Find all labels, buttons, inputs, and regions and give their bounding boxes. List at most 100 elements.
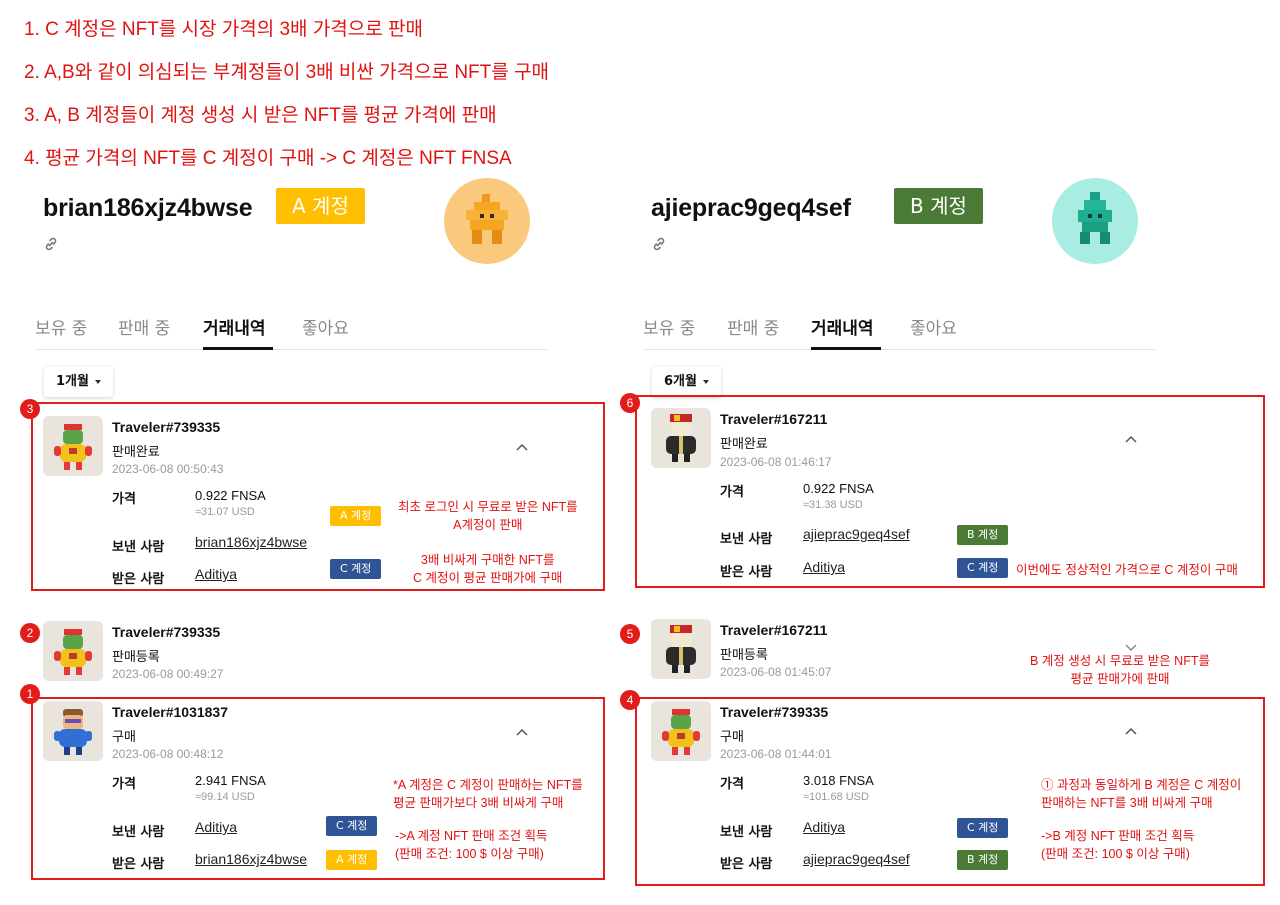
sender-label: 보낸 사람 xyxy=(112,540,165,555)
profile-avatar xyxy=(1052,178,1138,264)
tx-status: 판매등록 xyxy=(112,650,160,665)
annotation-line: 평균 판매가에 판매 xyxy=(1070,672,1170,687)
price-value: 3.018 FNSA xyxy=(803,773,874,788)
tag-c-account: C 계정 xyxy=(957,818,1009,838)
tx-title[interactable]: Traveler#739335 xyxy=(720,704,828,720)
price-label: 가격 xyxy=(720,485,744,500)
tx-status: 판매완료 xyxy=(720,437,768,452)
annotation-line: B 계정 생성 시 무료로 받은 NFT를 xyxy=(1030,654,1210,668)
tag-b-account: B 계정 xyxy=(957,850,1009,870)
tag-c-account: C 계정 xyxy=(326,816,378,836)
traveler-character-icon xyxy=(43,416,103,476)
price-label: 가격 xyxy=(112,492,136,507)
nft-thumbnail[interactable] xyxy=(43,621,103,681)
tab-history[interactable]: 거래내역 xyxy=(811,314,874,339)
tx-time: 2023-06-08 01:45:07 xyxy=(720,665,832,679)
tab-holding[interactable]: 보유 중 xyxy=(35,314,87,339)
tab-active-underline xyxy=(811,347,881,350)
sender-label: 보낸 사람 xyxy=(720,532,773,547)
tag-a-account: A 계정 xyxy=(326,850,378,870)
annotation-line: *A 계정은 C 계정이 판매하는 NFT를 xyxy=(393,778,583,792)
tx-time: 2023-06-08 01:44:01 xyxy=(720,747,832,761)
receiver-link[interactable]: Aditiya xyxy=(803,559,845,575)
receiver-label: 받은 사람 xyxy=(112,857,165,872)
receiver-link[interactable]: Aditiya xyxy=(195,566,237,582)
tx-title[interactable]: Traveler#739335 xyxy=(112,624,220,640)
tab-holding[interactable]: 보유 중 xyxy=(643,314,695,339)
period-label: 6개월 xyxy=(664,374,697,389)
nft-thumbnail[interactable] xyxy=(43,701,103,761)
price-usd: ≈31.38 USD xyxy=(803,499,863,511)
tab-selling[interactable]: 판매 중 xyxy=(118,314,170,339)
price-usd: ≈31.07 USD xyxy=(195,506,255,518)
link-icon[interactable] xyxy=(43,236,59,252)
tag-b-account: B 계정 xyxy=(957,525,1009,545)
tab-likes[interactable]: 좋아요 xyxy=(302,314,349,339)
nft-thumbnail[interactable] xyxy=(651,408,711,468)
nft-thumbnail[interactable] xyxy=(651,619,711,679)
receiver-label: 받은 사람 xyxy=(720,565,773,580)
tx-title[interactable]: Traveler#1031837 xyxy=(112,704,228,720)
annotation-line: (판매 조건: 100 $ 이상 구매) xyxy=(1041,847,1190,862)
step-number: 6 xyxy=(620,393,640,413)
tx-status: 판매등록 xyxy=(720,648,768,663)
traveler-character-icon xyxy=(651,619,711,679)
sender-link[interactable]: Aditiya xyxy=(803,819,845,835)
sender-link[interactable]: ajieprac9geq4sef xyxy=(803,526,910,542)
sender-link[interactable]: Aditiya xyxy=(195,819,237,835)
period-dropdown[interactable]: 6개월 xyxy=(652,367,721,397)
price-value: 2.941 FNSA xyxy=(195,773,266,788)
annotation: *A 계정은 C 계정이 판매하는 NFT를 평균 판매가보다 3배 비싸게 구… xyxy=(393,776,583,812)
receiver-link[interactable]: brian186xjz4bwse xyxy=(195,851,307,867)
caret-down-icon xyxy=(94,379,101,384)
tab-likes[interactable]: 좋아요 xyxy=(910,314,957,339)
annotation-line: 3배 비싸게 구매한 NFT를 xyxy=(420,553,555,567)
annotation: B 계정 생성 시 무료로 받은 NFT를 평균 판매가에 판매 xyxy=(1030,652,1210,688)
account-badge-a: A 계정 xyxy=(276,188,365,224)
tx-time: 2023-06-08 00:49:27 xyxy=(112,667,224,681)
chevron-up-icon[interactable] xyxy=(1124,724,1138,738)
annotation: 이번에도 정상적인 가격으로 C 계정이 구매 xyxy=(1016,563,1238,577)
tx-title[interactable]: Traveler#167211 xyxy=(720,622,827,638)
tx-time: 2023-06-08 00:48:12 xyxy=(112,747,224,761)
sender-link[interactable]: brian186xjz4bwse xyxy=(195,534,307,550)
annotation-line: A계정이 판매 xyxy=(453,518,523,533)
pixel-character-icon xyxy=(466,194,508,244)
note-1: 1. C 계정은 NFT를 시장 가격의 3배 가격으로 판매 xyxy=(24,19,423,40)
tag-c-account: C 계정 xyxy=(957,558,1009,578)
link-icon[interactable] xyxy=(651,236,667,252)
chevron-up-icon[interactable] xyxy=(515,440,529,454)
annotation: ->B 계정 NFT 판매 조건 획득 (판매 조건: 100 $ 이상 구매) xyxy=(1041,827,1194,863)
tx-title[interactable]: Traveler#739335 xyxy=(112,419,220,435)
period-dropdown[interactable]: 1개월 xyxy=(44,367,113,397)
annotation-line: 평균 판매가보다 3배 비싸게 구매 xyxy=(393,796,564,811)
step-number: 1 xyxy=(20,684,40,704)
note-2: 2. A,B와 같이 의심되는 부계정들이 3배 비싼 가격으로 NFT를 구매 xyxy=(24,62,549,83)
annotation-line: 최초 로그인 시 무료로 받은 NFT를 xyxy=(398,500,578,514)
annotation: ① 과정과 동일하게 B 계정은 C 계정이 판매하는 NFT를 3배 비싸게 … xyxy=(1041,776,1241,812)
note-4: 4. 평균 가격의 NFT를 C 계정이 구매 -> C 계정은 NFT FNS… xyxy=(24,148,512,169)
sender-label: 보낸 사람 xyxy=(720,825,773,840)
tx-status: 판매완료 xyxy=(112,445,160,460)
price-value: 0.922 FNSA xyxy=(195,488,266,503)
nft-thumbnail[interactable] xyxy=(651,701,711,761)
annotation-line: ->B 계정 NFT 판매 조건 획득 xyxy=(1041,829,1195,843)
price-value: 0.922 FNSA xyxy=(803,481,874,496)
receiver-link[interactable]: ajieprac9geq4sef xyxy=(803,851,910,867)
annotation: 최초 로그인 시 무료로 받은 NFT를 A계정이 판매 xyxy=(398,498,578,534)
traveler-character-icon xyxy=(43,701,103,761)
period-label: 1개월 xyxy=(56,374,89,389)
nft-thumbnail[interactable] xyxy=(43,416,103,476)
tab-selling[interactable]: 판매 중 xyxy=(727,314,779,339)
chevron-up-icon[interactable] xyxy=(1124,432,1138,446)
traveler-character-icon xyxy=(43,621,103,681)
tab-history[interactable]: 거래내역 xyxy=(203,314,266,339)
chevron-up-icon[interactable] xyxy=(515,725,529,739)
note-3: 3. A, B 계정들이 계정 생성 시 받은 NFT를 평균 가격에 판매 xyxy=(24,105,497,126)
price-usd: ≈101.68 USD xyxy=(803,791,869,803)
tx-status: 구매 xyxy=(720,730,744,745)
tabs-divider xyxy=(643,349,1155,350)
annotation-line: ① 과정과 동일하게 B 계정은 C 계정이 xyxy=(1041,778,1242,792)
traveler-character-icon xyxy=(651,701,711,761)
tx-title[interactable]: Traveler#167211 xyxy=(720,411,827,427)
